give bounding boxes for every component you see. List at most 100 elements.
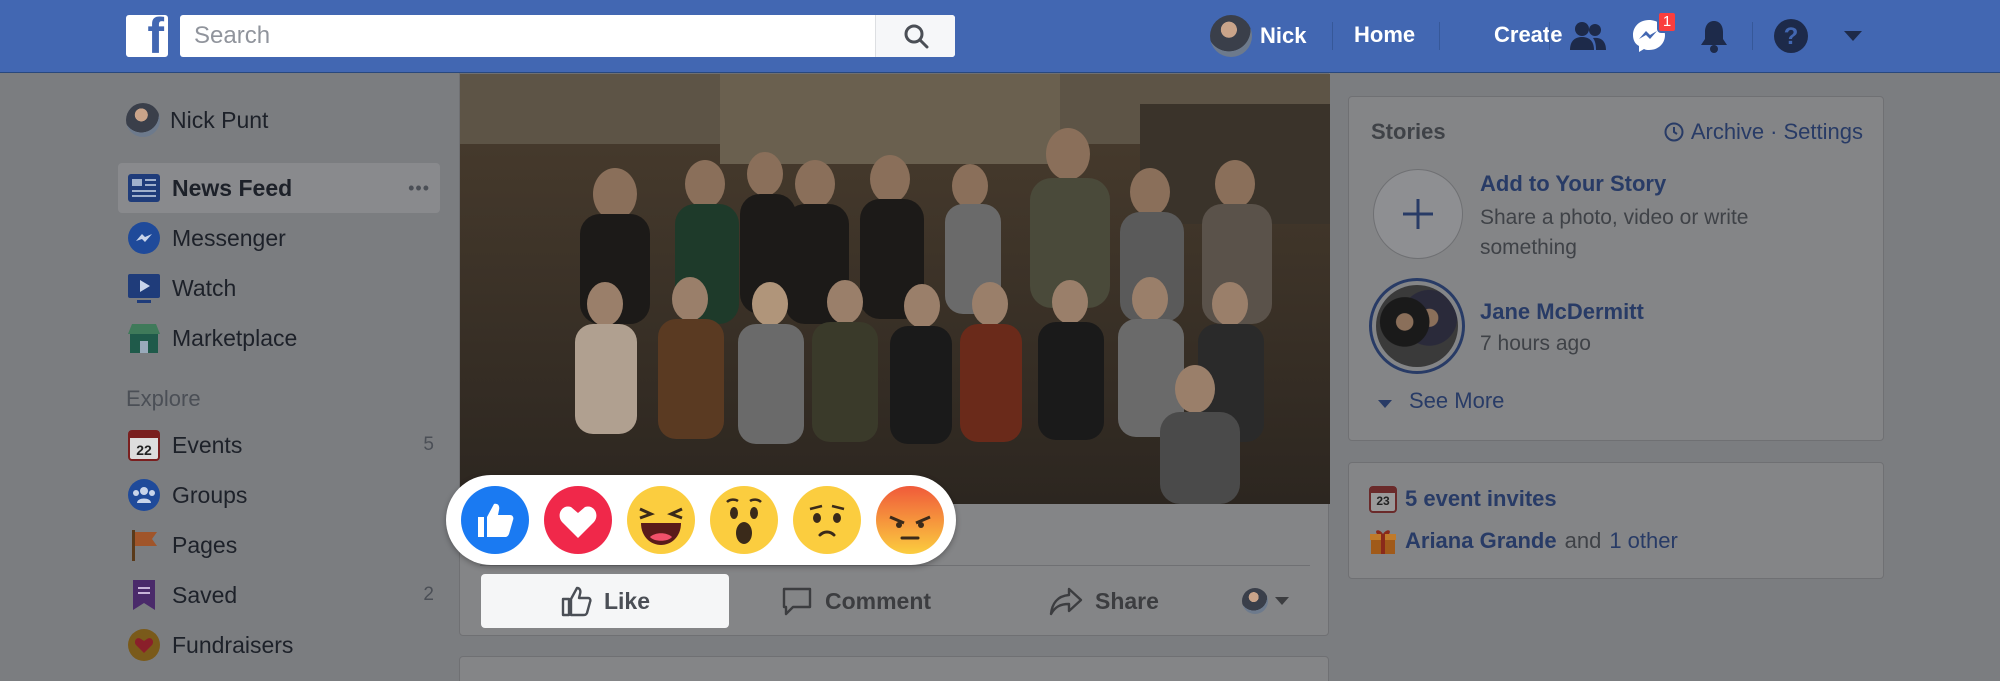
sidebar-item-events[interactable]: 22 Events 5 [126,423,446,467]
fundraiser-heart-icon [126,627,162,663]
nav-divider [1332,22,1333,50]
comment-button-label: Comment [825,587,932,614]
sidebar-item-news-feed[interactable]: News Feed ••• [126,166,446,210]
facebook-logo[interactable]: f [126,15,168,57]
avatar [1242,588,1268,614]
comment-icon [782,587,812,616]
post-divider [480,565,1310,566]
stories-card: Stories Archive · Settings Add to Your S… [1348,96,1884,441]
reaction-sad-icon[interactable] [792,485,862,555]
help-icon[interactable]: ? [1771,16,1811,56]
sidebar-item-label: Marketplace [172,324,298,351]
calendar-icon: 22 [126,427,162,463]
sidebar-item-label: Events [172,431,243,458]
nav-profile-name: Nick [1260,23,1307,48]
reaction-love-icon[interactable] [543,485,613,555]
share-button[interactable]: Share [1049,574,1159,628]
calendar-date: 23 [1376,494,1390,508]
notifications-bell-icon[interactable] [1694,16,1734,56]
svg-text:?: ? [1784,23,1799,50]
sidebar-item-fundraisers[interactable]: Fundraisers [126,623,446,667]
separator-dot: · [1770,119,1778,144]
sidebar-item-watch[interactable]: Watch [126,266,446,310]
add-to-story-description: Share a photo, video or write something [1480,206,1749,259]
sidebar-item-label: Watch [172,274,237,301]
add-to-story-link[interactable]: Add to Your Story [1480,171,1666,197]
nav-divider [1549,22,1550,50]
next-feed-post [459,656,1329,681]
event-invites-row[interactable]: 23 5 event invites [1369,485,1557,513]
reaction-wow-icon[interactable] [709,485,779,555]
calendar-date: 22 [136,442,152,458]
reactions-bar [446,475,956,565]
events-card: 23 5 event invites Ariana Grande and 1 o… [1348,462,1884,579]
birthday-and-text: and [1564,528,1602,553]
like-button[interactable]: Like [481,574,729,628]
plus-icon [1403,199,1433,229]
sidebar-item-label: Fundraisers [172,631,294,658]
sidebar-item-label: Pages [172,531,238,558]
audience-selector[interactable] [1242,574,1290,628]
sidebar-item-saved[interactable]: Saved 2 [126,573,446,617]
sidebar-item-profile[interactable]: Nick Punt [126,98,446,142]
sidebar-item-label: Nick Punt [170,106,269,133]
saved-count: 2 [423,584,434,605]
add-story-button[interactable] [1373,169,1463,259]
archive-link[interactable]: Archive [1691,119,1764,145]
sidebar-item-groups[interactable]: Groups [126,473,446,517]
groups-icon [126,477,162,513]
more-options-icon[interactable]: ••• [408,178,430,199]
nav-profile-link[interactable]: Nick [1210,15,1306,57]
sidebar-item-pages[interactable]: Pages [126,523,446,567]
sidebar-item-marketplace[interactable]: Marketplace [126,316,446,360]
story-author-name[interactable]: Jane McDermitt [1480,299,1644,325]
avatar [126,103,160,137]
events-count: 5 [423,434,434,455]
share-button-label: Share [1095,587,1159,614]
avatar [1210,15,1252,57]
post-photo[interactable] [460,74,1330,504]
search-input[interactable] [180,15,875,57]
nav-create-link[interactable]: Create [1494,22,1562,48]
calendar-icon: 23 [1369,485,1397,513]
birthdays-row: Ariana Grande and 1 other [1369,527,1678,555]
search-button[interactable] [875,15,955,57]
settings-link[interactable]: Settings [1784,119,1864,145]
news-feed-icon [126,170,162,206]
birthday-name-link[interactable]: Ariana Grande [1405,528,1557,554]
sidebar-item-label: News Feed [172,174,293,201]
event-invites-link: 5 event invites [1405,486,1557,511]
reaction-like-icon[interactable] [460,485,530,555]
search-icon [904,24,928,49]
see-more-link[interactable]: See More [1409,388,1504,414]
story-timestamp: 7 hours ago [1480,332,1591,355]
comment-button[interactable]: Comment [781,574,931,628]
nav-divider [1752,22,1753,50]
sidebar-item-label: Groups [172,481,248,508]
sidebar-item-messenger[interactable]: Messenger [126,216,446,260]
birthday-other-link[interactable]: 1 other [1609,528,1678,554]
marketplace-icon [126,320,162,356]
gift-icon [1370,530,1396,554]
reaction-angry-icon[interactable] [875,485,945,555]
story-thumbnail[interactable] [1369,278,1465,374]
top-navigation-bar: f Nick Home Create 1 ? [0,0,2000,73]
nav-home-link[interactable]: Home [1354,22,1415,48]
chevron-down-icon [1378,400,1392,408]
flag-icon [126,527,162,563]
explore-section-title: Explore [126,386,201,411]
friend-requests-icon[interactable] [1568,16,1608,56]
nav-divider [1439,22,1440,50]
stories-title: Stories [1371,119,1446,144]
reaction-haha-icon[interactable] [626,485,696,555]
sidebar-item-label: Messenger [172,224,286,251]
thumbs-up-icon [561,586,592,617]
avatar [1376,285,1458,367]
search-box [180,15,955,57]
bookmark-icon [126,577,162,613]
like-button-label: Like [603,587,651,614]
stories-links: Archive · Settings [1663,119,1863,145]
sidebar-item-label: Saved [172,581,238,608]
share-arrow-icon [1049,587,1083,616]
account-menu-chevron-down-icon[interactable] [1833,16,1873,56]
